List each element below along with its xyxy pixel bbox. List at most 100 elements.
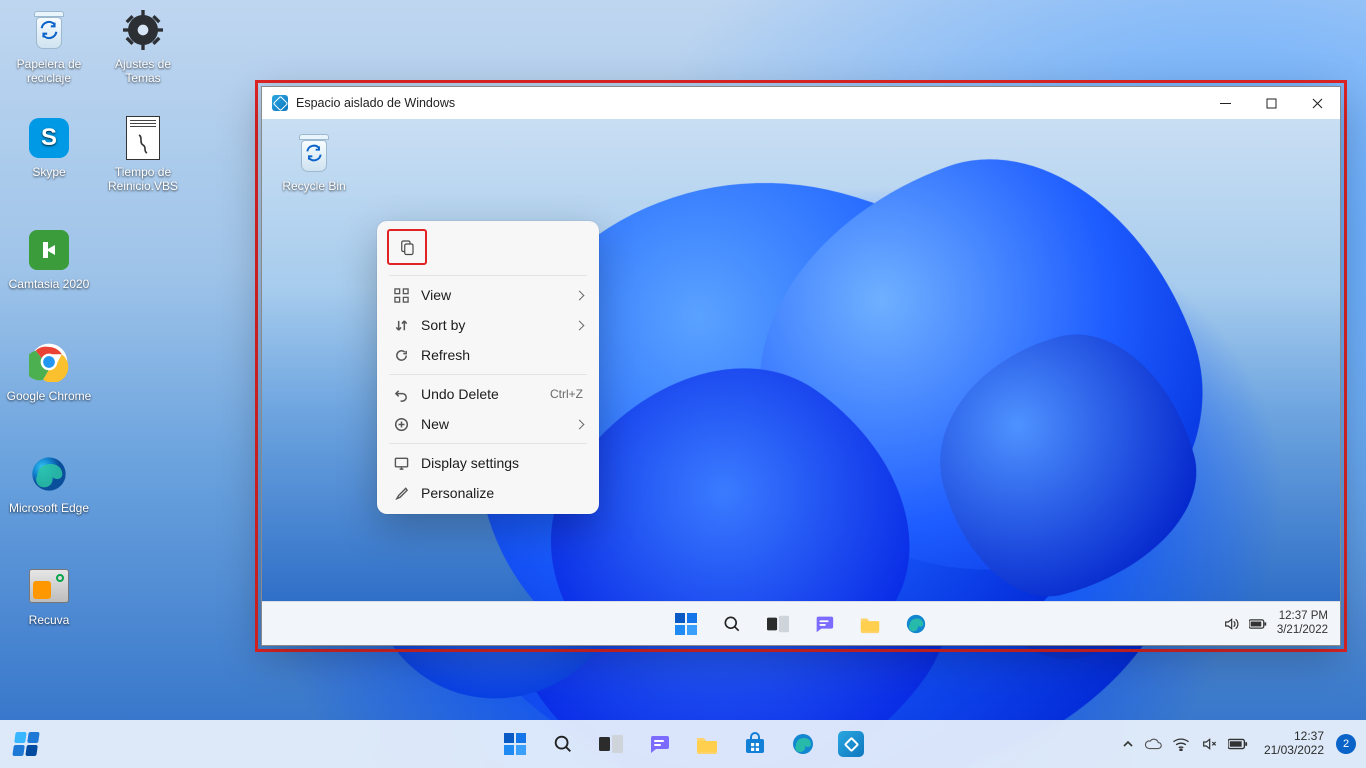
menu-shortcut: Ctrl+Z bbox=[550, 387, 583, 401]
sandbox-explorer-button[interactable] bbox=[850, 604, 890, 644]
notification-badge[interactable]: 2 bbox=[1336, 734, 1356, 754]
desktop-icon-label: Skype bbox=[4, 166, 94, 180]
titlebar[interactable]: Espacio aislado de Windows bbox=[262, 87, 1340, 119]
sandbox-desktop-icon-recycle-bin[interactable]: Recycle Bin bbox=[276, 131, 352, 193]
task-view-button[interactable] bbox=[591, 724, 631, 764]
sandbox-battery-icon[interactable] bbox=[1249, 618, 1267, 630]
chevron-right-icon bbox=[576, 421, 583, 428]
monitor-icon bbox=[393, 455, 409, 471]
camtasia-icon bbox=[25, 226, 73, 274]
menu-item-view[interactable]: View bbox=[383, 280, 593, 310]
battery-icon[interactable] bbox=[1228, 738, 1248, 750]
recycle-bin-icon bbox=[25, 6, 73, 54]
menu-label: Refresh bbox=[421, 347, 583, 363]
separator bbox=[389, 275, 587, 276]
chevron-right-icon bbox=[576, 292, 583, 299]
widgets-button[interactable] bbox=[6, 724, 46, 764]
sandbox-volume-icon[interactable] bbox=[1223, 616, 1239, 632]
file-explorer-button[interactable] bbox=[687, 724, 727, 764]
separator bbox=[389, 443, 587, 444]
plus-circle-icon bbox=[393, 416, 409, 432]
desktop-icon-label: Tiempo de Reinicio.VBS bbox=[98, 166, 188, 194]
sandbox-desktop[interactable]: Recycle Bin View bbox=[262, 119, 1340, 601]
desktop-icon-theme-settings[interactable]: Ajustes de Temas bbox=[98, 6, 188, 86]
desktop-icon-recycle-bin[interactable]: Papelera de reciclaje bbox=[4, 6, 94, 86]
desktop-icon-label: Camtasia 2020 bbox=[4, 278, 94, 292]
desktop-icon-label: Ajustes de Temas bbox=[98, 58, 188, 86]
menu-item-refresh[interactable]: Refresh bbox=[383, 340, 593, 370]
recuva-icon bbox=[25, 562, 73, 610]
desktop-icon-chrome[interactable]: Google Chrome bbox=[4, 338, 94, 404]
separator bbox=[389, 374, 587, 375]
desktop-icon-recuva[interactable]: Recuva bbox=[4, 562, 94, 628]
gear-icon bbox=[119, 6, 167, 54]
menu-label: Personalize bbox=[421, 485, 583, 501]
chevron-right-icon bbox=[576, 322, 583, 329]
menu-item-undo-delete[interactable]: Undo Delete Ctrl+Z bbox=[383, 379, 593, 409]
menu-item-display-settings[interactable]: Display settings bbox=[383, 448, 593, 478]
desktop-icon-camtasia[interactable]: Camtasia 2020 bbox=[4, 226, 94, 292]
sort-icon bbox=[393, 317, 409, 333]
grid-icon bbox=[393, 287, 409, 303]
sandbox-time: 12:37 PM bbox=[1277, 610, 1328, 623]
desktop-icon-label: Recycle Bin bbox=[276, 179, 352, 193]
desktop-icon-skype[interactable]: S Skype bbox=[4, 114, 94, 180]
system-tray[interactable] bbox=[1122, 736, 1248, 752]
script-file-icon bbox=[119, 114, 167, 162]
wifi-icon[interactable] bbox=[1172, 737, 1190, 751]
host-taskbar[interactable]: 12:37 21/03/2022 2 bbox=[0, 720, 1366, 768]
chrome-icon bbox=[25, 338, 73, 386]
start-button[interactable] bbox=[495, 724, 535, 764]
sandbox-edge-button[interactable] bbox=[896, 604, 936, 644]
sandbox-search-button[interactable] bbox=[712, 604, 752, 644]
menu-label: View bbox=[421, 287, 564, 303]
windows-sandbox-window[interactable]: Espacio aislado de Windows bbox=[261, 86, 1341, 646]
search-button[interactable] bbox=[543, 724, 583, 764]
menu-item-personalize[interactable]: Personalize bbox=[383, 478, 593, 508]
menu-item-sort-by[interactable]: Sort by bbox=[383, 310, 593, 340]
undo-icon bbox=[393, 386, 409, 402]
paste-button[interactable] bbox=[387, 229, 427, 265]
edge-icon bbox=[25, 450, 73, 498]
onedrive-icon[interactable] bbox=[1144, 737, 1162, 751]
desktop-icon-label: Microsoft Edge bbox=[4, 502, 94, 516]
store-button[interactable] bbox=[735, 724, 775, 764]
menu-label: Undo Delete bbox=[421, 386, 538, 402]
edge-button[interactable] bbox=[783, 724, 823, 764]
sandbox-taskbar-button[interactable] bbox=[831, 724, 871, 764]
sandbox-clock[interactable]: 12:37 PM 3/21/2022 bbox=[1277, 610, 1328, 636]
annotation-highlight-window: Espacio aislado de Windows bbox=[255, 80, 1347, 652]
menu-item-new[interactable]: New bbox=[383, 409, 593, 439]
chevron-up-icon[interactable] bbox=[1122, 738, 1134, 750]
desktop-icon-label: Google Chrome bbox=[4, 390, 94, 404]
menu-label: New bbox=[421, 416, 564, 432]
skype-icon: S bbox=[25, 114, 73, 162]
brush-icon bbox=[393, 485, 409, 501]
taskbar-time: 12:37 bbox=[1264, 730, 1324, 744]
sandbox-taskbar[interactable]: 12:37 PM 3/21/2022 bbox=[262, 601, 1340, 645]
volume-mute-icon[interactable] bbox=[1200, 736, 1218, 752]
maximize-button[interactable] bbox=[1248, 87, 1294, 119]
menu-label: Sort by bbox=[421, 317, 564, 333]
desktop-icon-edge[interactable]: Microsoft Edge bbox=[4, 450, 94, 516]
taskbar-clock[interactable]: 12:37 21/03/2022 bbox=[1264, 730, 1324, 758]
sandbox-task-view-button[interactable] bbox=[758, 604, 798, 644]
recycle-bin-icon bbox=[292, 131, 336, 175]
desktop-context-menu[interactable]: View Sort by Refresh bbox=[377, 221, 599, 514]
sandbox-app-icon bbox=[272, 95, 288, 111]
close-button[interactable] bbox=[1294, 87, 1340, 119]
taskbar-date: 21/03/2022 bbox=[1264, 744, 1324, 758]
minimize-button[interactable] bbox=[1202, 87, 1248, 119]
window-title: Espacio aislado de Windows bbox=[296, 96, 455, 110]
desktop-icon-label: Recuva bbox=[4, 614, 94, 628]
desktop-icon-label: Papelera de reciclaje bbox=[4, 58, 94, 86]
sandbox-date: 3/21/2022 bbox=[1277, 624, 1328, 637]
host-desktop[interactable]: Papelera de reciclaje Ajustes de Temas S… bbox=[0, 0, 1366, 768]
refresh-icon bbox=[393, 347, 409, 363]
desktop-icon-vbs-script[interactable]: Tiempo de Reinicio.VBS bbox=[98, 114, 188, 194]
chat-button[interactable] bbox=[639, 724, 679, 764]
context-menu-icon-strip bbox=[383, 227, 593, 271]
sandbox-chat-button[interactable] bbox=[804, 604, 844, 644]
menu-label: Display settings bbox=[421, 455, 583, 471]
sandbox-start-button[interactable] bbox=[666, 604, 706, 644]
